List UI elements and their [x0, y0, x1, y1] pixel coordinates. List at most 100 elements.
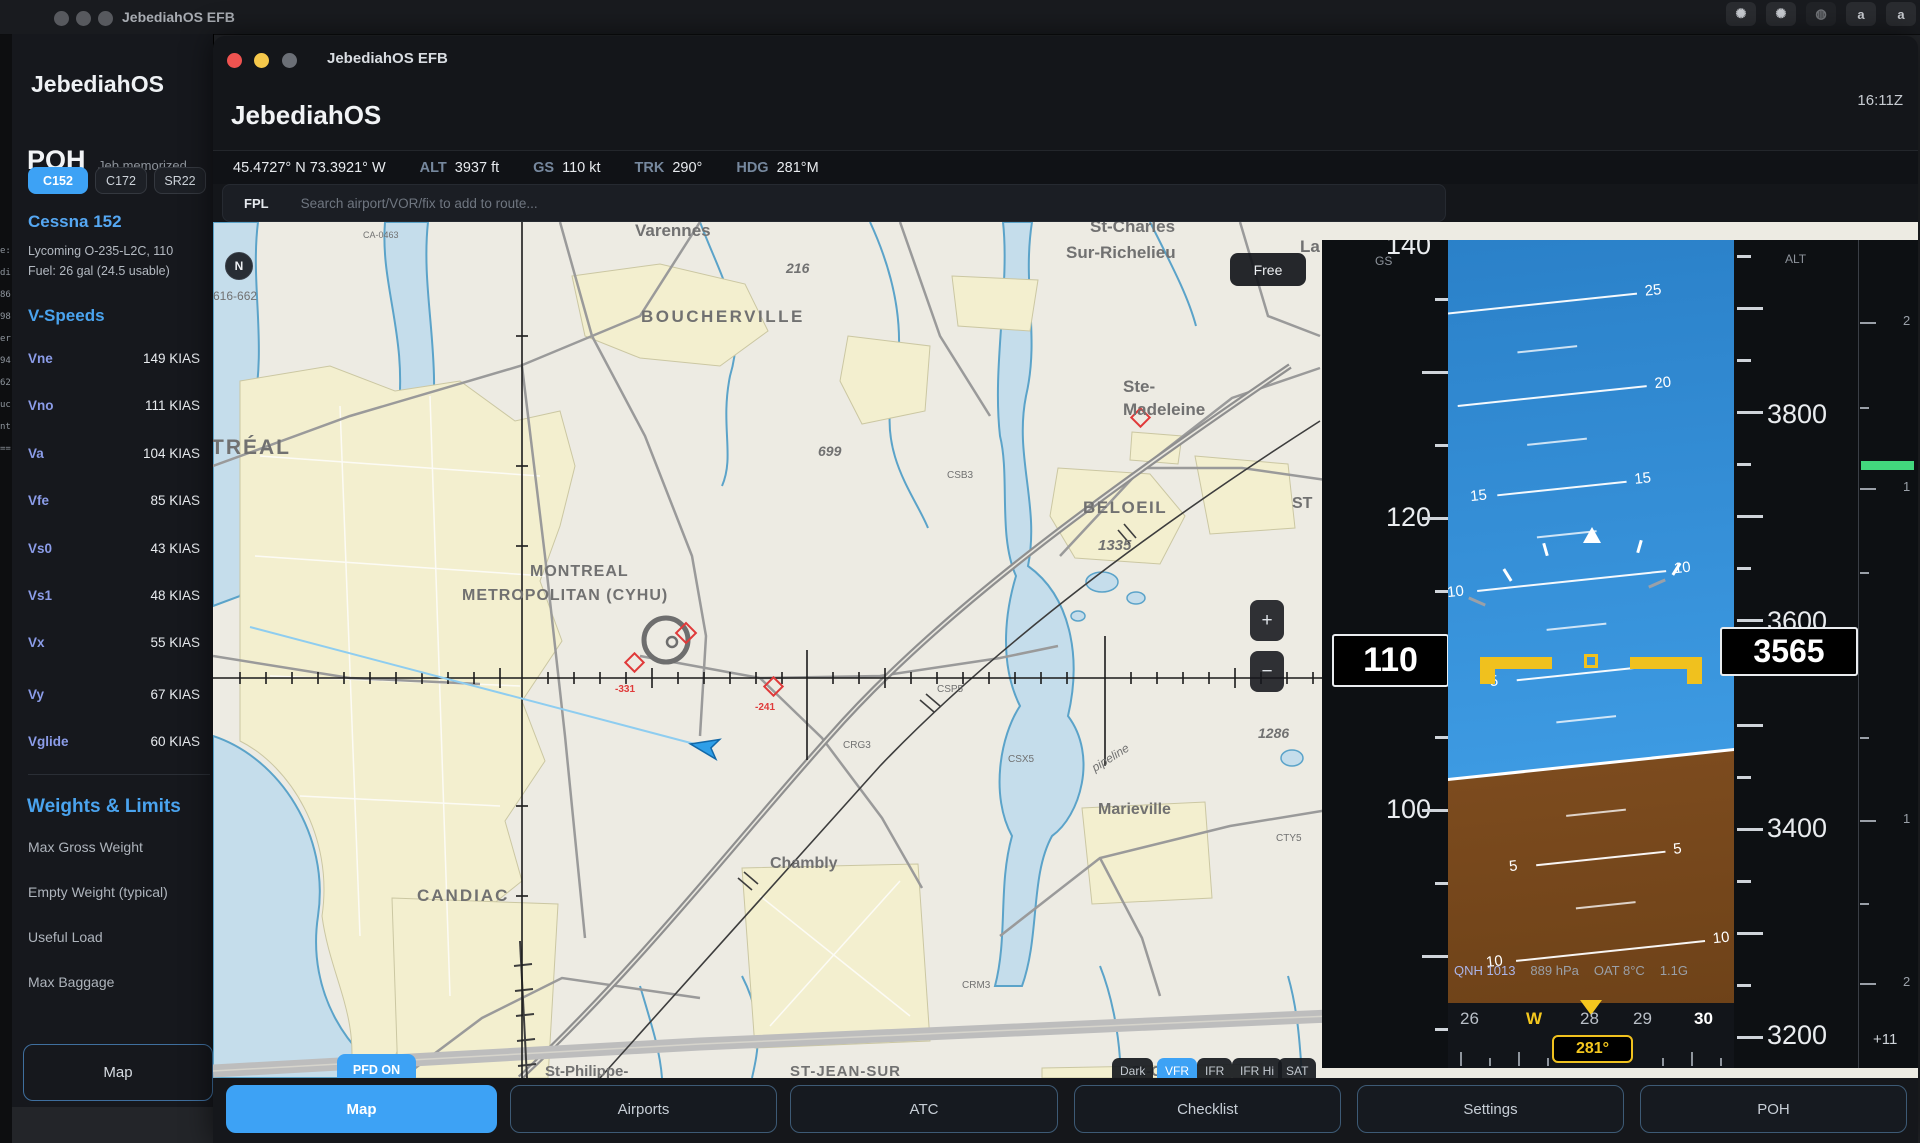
- tab-settings[interactable]: Settings: [1357, 1085, 1624, 1133]
- aircraft-tab-c172[interactable]: C172: [95, 167, 147, 194]
- map-style-ifr-hi[interactable]: IFR Hi: [1232, 1058, 1282, 1078]
- map-label: CSP5: [937, 684, 964, 695]
- map-label: CSB3: [947, 470, 974, 481]
- amazon-tab-icon[interactable]: a: [1846, 2, 1876, 26]
- weight-row: Useful Load: [28, 929, 103, 945]
- vspeed-label: Vy: [28, 687, 44, 702]
- tab-poh[interactable]: POH: [1640, 1085, 1907, 1133]
- zoom-icon[interactable]: [98, 11, 113, 26]
- map-label: Varennes: [635, 222, 711, 240]
- route-search-input[interactable]: [299, 195, 1303, 212]
- pitch-label: 5: [1508, 857, 1518, 875]
- map-label: Ste-: [1123, 377, 1155, 396]
- vspeed-row: Vx55 KIAS: [28, 635, 200, 650]
- speed-tick-label: 140: [1386, 240, 1431, 261]
- screen: e: di 86 98 er 94 62 uc nt == JebediahOS…: [0, 0, 1920, 1143]
- vs-tick-label: 1: [1903, 479, 1910, 494]
- background-window-title: JebediahOS EFB: [122, 9, 235, 25]
- map-mode-button[interactable]: Free: [1230, 253, 1306, 286]
- sidebar-map-button[interactable]: Map: [23, 1044, 213, 1101]
- altitude-readout: ALT3937 ft: [420, 160, 499, 176]
- pfd-toggle-button[interactable]: PFD ON: [337, 1054, 416, 1078]
- vspeed-row: Vs148 KIAS: [28, 588, 200, 603]
- amazon-tab-icon[interactable]: a: [1886, 2, 1916, 26]
- vspeed-value: 43 KIAS: [150, 541, 200, 556]
- map-label: CRM3: [962, 980, 991, 991]
- fd-center-icon: [1584, 654, 1598, 668]
- sidebar-app-title: JebediahOS: [31, 71, 164, 98]
- pitch-label: 5: [1672, 840, 1682, 858]
- map-label: BELOEIL: [1083, 498, 1167, 517]
- bottom-tab-bar: Map Airports ATC Checklist Settings POH: [213, 1078, 1918, 1143]
- heading-tick-label: 26: [1460, 1009, 1479, 1029]
- map-label: ST: [1292, 495, 1313, 512]
- aircraft-tab-sr22[interactable]: SR22: [154, 167, 206, 194]
- map-label: Sur-Richelieu: [1066, 243, 1176, 262]
- alt-tick-label: 3200: [1767, 1020, 1827, 1051]
- obstacle-label: -331: [615, 684, 635, 695]
- map-style-sat[interactable]: SAT: [1278, 1058, 1316, 1078]
- compass-button[interactable]: N: [225, 252, 253, 280]
- efb-window: JebediahOS EFB JebediahOS 16:11Z 45.4727…: [213, 36, 1918, 1143]
- page-title: JebediahOS: [231, 100, 381, 131]
- window-controls[interactable]: [54, 11, 120, 31]
- pitch-label: 10: [1712, 929, 1730, 948]
- map-label: St-Charles: [1090, 222, 1175, 236]
- vspeed-value: 67 KIAS: [150, 687, 200, 702]
- map-label: CA-0463: [363, 230, 399, 240]
- qnh-readout: QNH 1013: [1454, 963, 1515, 978]
- map-label: 699: [818, 443, 842, 459]
- aircraft-name: Cessna 152: [28, 212, 122, 232]
- close-icon[interactable]: [227, 53, 242, 68]
- map-label: METROPOLITAN (CYHU): [462, 587, 668, 604]
- map-label: TRÉAL: [213, 436, 291, 459]
- vs-tick-label: 2: [1903, 313, 1910, 328]
- openai-tab-icon[interactable]: ✺: [1726, 2, 1756, 26]
- minimize-icon[interactable]: [254, 53, 269, 68]
- vs-tick-label: 1: [1903, 811, 1910, 826]
- aircraft-tab-c152[interactable]: C152: [28, 167, 88, 194]
- sidebar-panel: JebediahOS POH Jeb memorized C152 C172 S…: [12, 34, 214, 1107]
- zoom-in-button[interactable]: +: [1250, 600, 1284, 641]
- window-controls[interactable]: [227, 53, 297, 73]
- fpl-label: FPL: [244, 196, 269, 211]
- heading-tick-label: 29: [1633, 1009, 1652, 1029]
- tab-airports[interactable]: Airports: [510, 1085, 777, 1133]
- airspeed-readout: 110: [1332, 634, 1449, 687]
- map-style-dark[interactable]: Dark: [1112, 1058, 1153, 1078]
- position-readout: 45.4727° N 73.3921° W: [233, 160, 386, 176]
- map-label: CTY5: [1276, 833, 1302, 844]
- vs-readout: +11: [1873, 1031, 1897, 1048]
- gload-readout: 1.1G: [1660, 963, 1688, 978]
- circle-tab-icon[interactable]: ◍: [1806, 2, 1836, 26]
- tab-checklist[interactable]: Checklist: [1074, 1085, 1341, 1133]
- vspeed-value: 104 KIAS: [143, 446, 200, 461]
- vspeed-label: Va: [28, 446, 44, 461]
- zoom-icon[interactable]: [282, 53, 297, 68]
- tab-atc[interactable]: ATC: [790, 1085, 1058, 1133]
- vspeed-label: Vno: [28, 398, 54, 413]
- weight-row: Empty Weight (typical): [28, 884, 168, 900]
- map-style-ifr[interactable]: IFR: [1197, 1058, 1232, 1078]
- pitch-label: 25: [1644, 281, 1662, 300]
- map-label: MONTREAL: [530, 563, 629, 580]
- window-title: JebediahOS EFB: [327, 50, 448, 67]
- map-label: CANDIAC: [417, 886, 509, 905]
- vspeed-value: 85 KIAS: [150, 493, 200, 508]
- vspeed-row: Vglide60 KIAS: [28, 734, 200, 749]
- heading-tick-label: 30: [1694, 1009, 1713, 1029]
- close-icon[interactable]: [54, 11, 69, 26]
- openai-tab-icon[interactable]: ✺: [1766, 2, 1796, 26]
- fpl-search-bar: FPL: [222, 184, 1446, 222]
- minimize-icon[interactable]: [76, 11, 91, 26]
- alt-tick-label: 3800: [1767, 399, 1827, 430]
- tab-map[interactable]: Map: [226, 1085, 497, 1133]
- map-style-vfr[interactable]: VFR: [1157, 1058, 1197, 1078]
- alt-tick-label: 3400: [1767, 813, 1827, 844]
- zoom-out-button[interactable]: −: [1250, 651, 1284, 692]
- alt-label: ALT: [1785, 252, 1806, 266]
- vspeed-label: Vs1: [28, 588, 52, 603]
- vspeed-row: Vs043 KIAS: [28, 541, 200, 556]
- heading-readout: HDG281°M: [736, 160, 818, 176]
- vspeed-label: Vglide: [28, 734, 69, 749]
